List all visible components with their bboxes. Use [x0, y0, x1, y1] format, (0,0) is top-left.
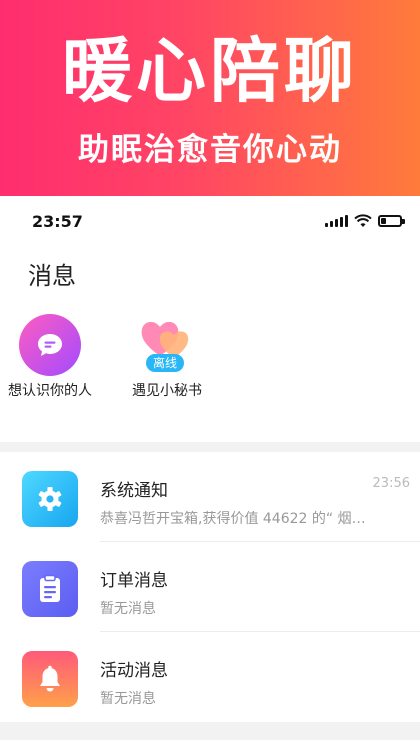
message-list: 系统通知 恭喜冯哲开宝箱,获得价值 44622 的“ 烟… 23:56 订单消息…: [0, 452, 420, 722]
message-title: 活动消息: [100, 661, 168, 681]
promo-title: 暖心陪聊: [62, 30, 358, 112]
quick-entry-label: 遇见小秘书: [132, 383, 202, 399]
message-title: 订单消息: [100, 571, 168, 591]
list-item-activity-messages[interactable]: 活动消息 暂无消息: [0, 632, 420, 722]
status-bar: 23:57: [0, 196, 420, 250]
message-time: 23:56: [372, 476, 410, 491]
status-time: 23:57: [32, 212, 83, 231]
message-preview: 暂无消息: [100, 601, 156, 617]
promo-banner: 暖心陪聊 助眠治愈音你心动: [0, 0, 420, 196]
list-item-order-messages[interactable]: 订单消息 暂无消息: [0, 542, 420, 632]
bottom-divider: [0, 722, 420, 740]
chat-bubble-icon: [19, 314, 81, 376]
promo-subtitle: 助眠治愈音你心动: [78, 132, 342, 168]
message-preview: 暂无消息: [100, 691, 156, 707]
battery-icon: [378, 215, 405, 227]
section-divider: [0, 442, 420, 452]
quick-entry-secretary[interactable]: 离线 遇见小秘书: [117, 314, 217, 400]
list-item-system-notice[interactable]: 系统通知 恭喜冯哲开宝箱,获得价值 44622 的“ 烟… 23:56: [0, 452, 420, 542]
hearts-icon: 离线: [136, 314, 198, 376]
message-preview: 恭喜冯哲开宝箱,获得价值 44622 的“ 烟…: [100, 511, 366, 527]
offline-badge: 离线: [146, 354, 185, 372]
bell-icon: [22, 651, 78, 707]
gear-icon: [22, 471, 78, 527]
phone-screen: 23:57 消息 想认识你的人 离线 遇见小秘书 系统通知 恭喜冯哲开宝箱,获得…: [0, 196, 420, 740]
signal-icon: [325, 215, 348, 227]
page-title: 消息: [28, 262, 76, 290]
quick-entry-interested-people[interactable]: 想认识你的人: [0, 314, 100, 400]
status-icons: [325, 214, 405, 228]
quick-entry-label: 想认识你的人: [8, 383, 92, 399]
clipboard-icon: [22, 561, 78, 617]
wifi-icon: [354, 214, 372, 227]
message-title: 系统通知: [100, 481, 168, 501]
